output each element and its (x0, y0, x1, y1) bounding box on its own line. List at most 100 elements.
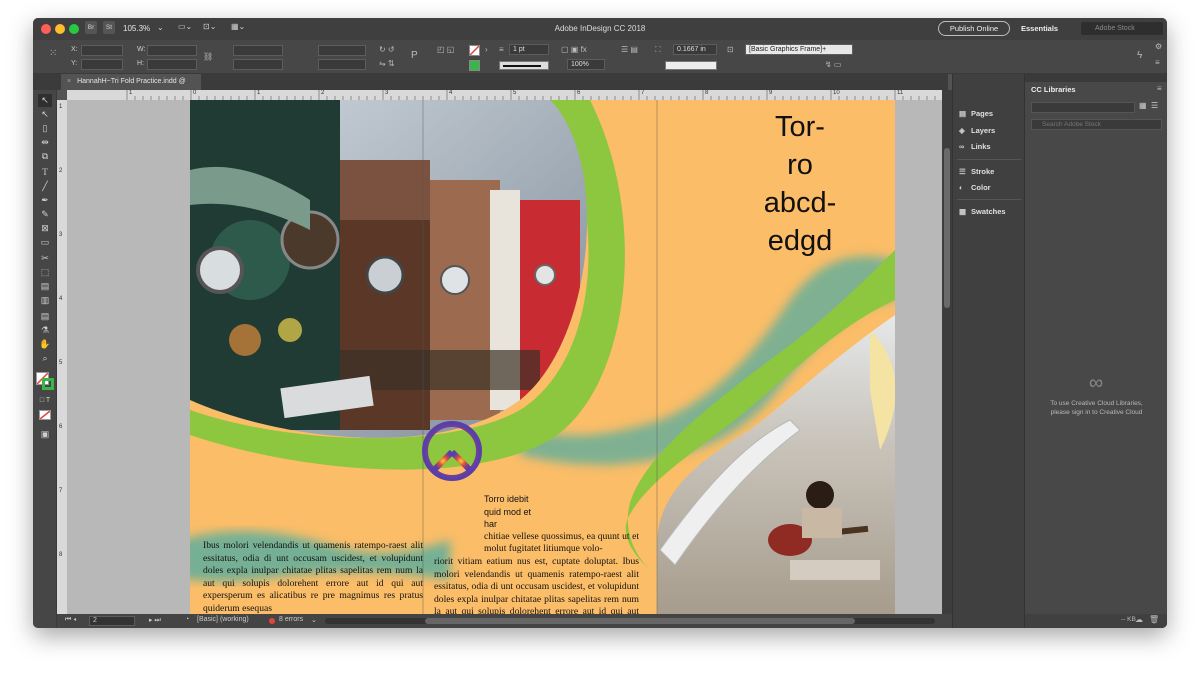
stroke-icon: ☰ (959, 167, 966, 176)
scale-y-field[interactable] (233, 59, 283, 70)
panel-footer: -- KB ☁ 🗑 (1025, 614, 1167, 628)
gap-tool-icon[interactable]: ⇹ (38, 136, 52, 149)
select-container-icon[interactable]: ◰ ◱ (437, 45, 454, 54)
links-icon: ∞ (959, 142, 965, 151)
shear-field[interactable] (318, 59, 366, 70)
stroke-align-icon[interactable]: ⛶ (655, 45, 661, 55)
rectangle-frame-tool-icon[interactable]: ⊠ (38, 222, 52, 235)
rectangle-tool-icon[interactable]: ▭ (38, 236, 52, 249)
cloud-sync-icon[interactable]: ☁ (1135, 615, 1143, 624)
reference-point-icon[interactable]: ⁙ (49, 48, 57, 59)
type-tool-icon[interactable]: T (38, 166, 52, 179)
publish-online-button[interactable]: Publish Online (938, 21, 1010, 36)
horizontal-scrollbar-thumb[interactable] (425, 618, 855, 624)
stroke-type-dropdown[interactable] (499, 61, 549, 70)
panel-color[interactable]: ◐ Color (959, 181, 991, 195)
body-text-frame[interactable]: Torro idebit quid mod et har chitiae vel… (434, 493, 639, 614)
scissors-tool-icon[interactable]: ✂ (38, 252, 52, 265)
trash-icon[interactable]: 🗑 (1149, 615, 1159, 624)
workspace-switcher[interactable]: Essentials (1021, 24, 1058, 33)
headline[interactable]: Tor- ro abcd- edgd (710, 108, 890, 260)
direct-selection-tool-icon[interactable]: ↖ (38, 108, 52, 121)
selection-tool-icon[interactable]: ↖ (38, 94, 52, 107)
open-in-window-icon[interactable]: ◔ (185, 616, 189, 623)
fill-none-swatch[interactable] (469, 45, 480, 56)
vertical-scrollbar-thumb[interactable] (944, 148, 950, 308)
formatting-affects-icon[interactable]: □ T (38, 394, 52, 407)
stroke-offset-field[interactable]: 0.1667 in (673, 44, 717, 55)
hand-tool-icon[interactable]: ✋ (38, 338, 52, 351)
rotate-icon[interactable]: ↻ ↺ (379, 45, 395, 54)
library-dropdown[interactable] (1031, 102, 1135, 113)
zoom-tool-icon[interactable]: ⌕ (38, 352, 52, 365)
chevron-down-icon[interactable]: ⌄ (311, 616, 317, 624)
note-tool-icon[interactable]: ▤ (38, 310, 52, 323)
drop-shadow-dropdown[interactable] (665, 61, 717, 70)
body-text-frame[interactable]: Ibus molori velendandis ut quamenis rate… (203, 540, 423, 614)
preflight-errors[interactable]: 8 errors (279, 616, 303, 623)
ruler-label: 1 (59, 104, 63, 110)
ruler-label: 6 (59, 424, 63, 430)
panel-links[interactable]: ∞ Links (959, 140, 991, 154)
gradient-swatch-tool-icon[interactable]: ▤ (38, 280, 52, 293)
pen-tool-icon[interactable]: ✒ (38, 194, 52, 207)
panel-swatches[interactable]: ▦ Swatches (959, 205, 1006, 219)
line-tool-icon[interactable]: ╱ (38, 180, 52, 193)
y-field[interactable] (81, 59, 123, 70)
rotation-field[interactable] (318, 45, 366, 56)
message-line: please sign in to Creative Cloud (1050, 409, 1143, 416)
panel-layers[interactable]: ◈ Layers (959, 124, 995, 138)
stroke-swatch-icon[interactable] (42, 378, 54, 390)
gradient-feather-tool-icon[interactable]: ▥ (38, 294, 52, 307)
page-number-field[interactable]: 2 (89, 616, 135, 626)
list-view-icon[interactable]: ☰ (1151, 101, 1158, 110)
flip-icon[interactable]: ⇋ ⇅ (379, 59, 395, 68)
content-collector-icon[interactable]: ⧉ (38, 150, 52, 163)
text-wrap-icon[interactable]: ☰ ▤ (621, 45, 638, 54)
document-tab-bar: ×HannahH~Tri Fold Practice.indd @ 105% (33, 74, 948, 101)
ruler-label: 7 (641, 90, 645, 96)
panel-stroke[interactable]: ☰ Stroke (959, 165, 994, 179)
pasteboard[interactable]: Tor- ro abcd- edgd Ibus molori velendand… (67, 100, 942, 614)
screen-mode-tool-icon[interactable]: ▣ (38, 428, 52, 441)
page-tool-icon[interactable]: ▯ (38, 122, 52, 135)
document-page[interactable]: Tor- ro abcd- edgd Ibus molori velendand… (190, 100, 895, 614)
apply-none-icon[interactable] (39, 410, 51, 420)
quick-apply-icon[interactable]: ↯ ▭ (825, 60, 841, 69)
first-page-icon[interactable]: ⏮ ◂ (65, 616, 76, 624)
panel-pages[interactable]: ▤ Pages (959, 107, 993, 121)
stroke-weight-field[interactable]: 1 pt (509, 44, 549, 55)
panel-menu-icon[interactable]: ≡ (1155, 58, 1160, 67)
close-tab-icon[interactable]: × (67, 78, 71, 85)
adobe-stock-search[interactable]: Adobe Stock (1081, 22, 1163, 35)
corner-options-icon[interactable]: ▢ ▣ fx (561, 45, 587, 54)
grid-view-icon[interactable]: ▦ (1139, 101, 1147, 110)
scale-x-field[interactable] (233, 45, 283, 56)
opacity-field[interactable]: 100% (567, 59, 605, 70)
height-field[interactable] (147, 59, 197, 70)
x-field[interactable] (81, 45, 123, 56)
w-label: W: (137, 46, 146, 53)
chevron-right-icon[interactable]: › (485, 45, 488, 54)
constrain-proportions-icon[interactable]: ⛓ (203, 52, 213, 61)
panel-menu-icon[interactable]: ≡ (1157, 84, 1162, 93)
free-transform-tool-icon[interactable]: ⬚ (38, 266, 52, 279)
object-style-dropdown[interactable]: [Basic Graphics Frame]+ (745, 44, 853, 55)
frame-fitting-icon[interactable]: ⊡ (727, 45, 734, 54)
eyedropper-tool-icon[interactable]: ⚗ (38, 324, 52, 337)
width-field[interactable] (147, 45, 197, 56)
preflight-profile[interactable]: [Basic] (working) (197, 616, 249, 623)
lightning-icon[interactable]: ϟ (1137, 50, 1142, 61)
cc-libraries-title[interactable]: CC Libraries (1031, 85, 1076, 94)
pencil-tool-icon[interactable]: ✎ (38, 208, 52, 221)
panel-label: Layers (971, 126, 996, 135)
ruler-label: 0 (193, 90, 197, 96)
tab-document[interactable]: ×HannahH~Tri Fold Practice.indd @ 105% (61, 74, 201, 101)
creative-cloud-icon: ∞ (1088, 372, 1104, 394)
next-page-icon[interactable]: ▸ ⏭ (149, 616, 161, 625)
stock-search-input[interactable]: Search Adobe Stock (1031, 119, 1162, 130)
horizontal-scrollbar[interactable] (325, 618, 935, 624)
ruler-label: 7 (59, 488, 63, 494)
gear-icon[interactable]: ⚙ (1155, 42, 1162, 51)
stroke-swatch[interactable] (469, 60, 480, 71)
